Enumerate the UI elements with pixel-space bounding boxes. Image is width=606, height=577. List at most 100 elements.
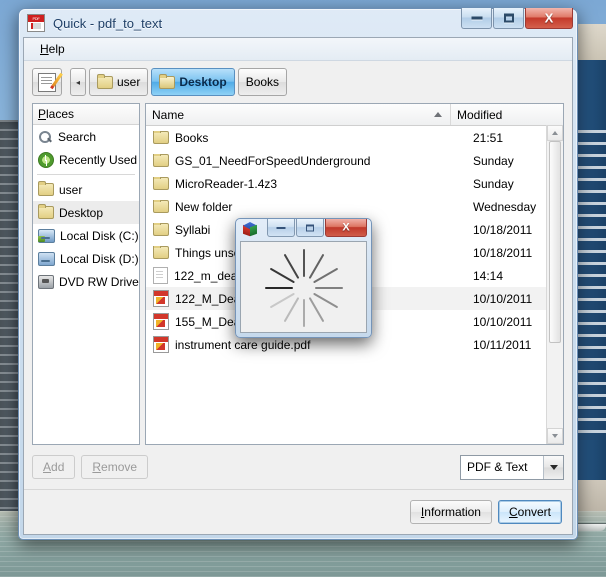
document-icon xyxy=(153,267,168,284)
output-format-select[interactable]: PDF & Text xyxy=(460,454,564,480)
sidebar-item-local-disk-d[interactable]: Local Disk (D:) xyxy=(33,247,139,270)
breadcrumb-item-books[interactable]: Books xyxy=(237,68,288,96)
remove-button[interactable]: Remove xyxy=(81,455,149,479)
file-name-cell: instrument care guide.pdf xyxy=(146,336,467,353)
sidebar-item-label: Desktop xyxy=(59,205,104,220)
dropdown-arrow-button[interactable] xyxy=(543,455,563,479)
scroll-down-button[interactable] xyxy=(547,428,563,444)
breadcrumb-label: Desktop xyxy=(179,75,227,89)
toolbar: ◂ user Desktop Books xyxy=(24,61,572,103)
header-scroll-spacer xyxy=(547,104,563,125)
add-label-rest: dd xyxy=(51,460,65,474)
breadcrumb-label: Books xyxy=(245,75,280,89)
menu-item-help[interactable]: Help xyxy=(34,40,71,58)
spinner-spoke xyxy=(264,287,293,289)
breadcrumb-back-button[interactable]: ◂ xyxy=(70,68,86,96)
scrollbar-track[interactable] xyxy=(547,141,563,428)
spinner-spoke xyxy=(314,287,343,289)
sidebar-item-label: Search xyxy=(58,129,97,144)
places-separator xyxy=(37,174,135,175)
folder-open-icon xyxy=(159,73,176,89)
sidebar-item-recently-used[interactable]: Recently Used xyxy=(33,148,139,171)
spinner-spoke xyxy=(283,297,299,323)
hard-disk-icon xyxy=(38,251,55,266)
convert-label-rest: onvert xyxy=(517,505,551,519)
add-button[interactable]: Add xyxy=(32,455,76,479)
rgb-cube-icon xyxy=(242,222,258,238)
sidebar-item-local-disk-c[interactable]: Local Disk (C:) xyxy=(33,224,139,247)
breadcrumb-label: user xyxy=(117,75,141,89)
dvd-drive-icon xyxy=(38,274,54,289)
file-name-label: GS_01_NeedForSpeedUnderground xyxy=(175,153,371,168)
sidebar-item-label: Local Disk (D:) xyxy=(60,251,139,266)
spinner-spoke xyxy=(308,297,324,323)
sidebar-item-user[interactable]: user xyxy=(33,178,139,201)
spinner-spoke xyxy=(269,267,295,284)
scrollbar-thumb[interactable] xyxy=(549,141,561,343)
breadcrumb-item-user[interactable]: user xyxy=(89,68,149,96)
file-name-label: MicroReader-1.4z3 xyxy=(175,176,278,191)
file-list-scrollbar[interactable] xyxy=(546,125,563,444)
breadcrumb-item-desktop[interactable]: Desktop xyxy=(151,68,235,96)
spinner-spoke xyxy=(269,292,295,309)
file-name-cell: GS_01_NeedForSpeedUnderground xyxy=(146,153,467,168)
hard-disk-icon xyxy=(38,228,55,243)
recent-clock-icon xyxy=(38,151,54,168)
table-row[interactable]: Books 21:51 xyxy=(146,126,563,149)
edit-location-button[interactable] xyxy=(32,68,62,96)
column-header-modified[interactable]: Modified xyxy=(451,104,547,125)
maximize-button[interactable] xyxy=(493,8,524,29)
folder-icon xyxy=(153,199,169,213)
table-row[interactable]: New folder Wednesday xyxy=(146,195,563,218)
convert-button[interactable]: Convert xyxy=(497,500,562,524)
dialog-maximize-button[interactable] xyxy=(296,219,324,237)
dialog-minimize-button[interactable] xyxy=(267,219,295,237)
minimize-button[interactable] xyxy=(461,8,492,29)
sidebar-item-desktop[interactable]: Desktop xyxy=(33,201,139,224)
dialog-close-button[interactable]: X xyxy=(325,219,367,237)
spinner-spoke xyxy=(302,249,305,277)
close-icon: X xyxy=(342,221,350,233)
table-row[interactable]: GS_01_NeedForSpeedUnderground Sunday xyxy=(146,149,563,172)
file-name-cell: New folder xyxy=(146,199,467,214)
file-name-cell: MicroReader-1.4z3 xyxy=(146,176,467,191)
search-icon xyxy=(38,130,53,144)
sort-ascending-icon xyxy=(434,112,442,117)
pdf-icon xyxy=(153,313,169,330)
column-header-modified-label: Modified xyxy=(457,107,503,122)
column-header-name[interactable]: Name xyxy=(146,104,451,125)
scroll-up-button[interactable] xyxy=(547,125,563,141)
folder-icon xyxy=(97,73,113,89)
spinner-spoke xyxy=(312,267,338,284)
sidebar-item-label: DVD RW Drive... xyxy=(59,274,139,289)
loading-spinner-icon xyxy=(264,248,343,327)
folder-icon xyxy=(153,130,169,144)
chevron-down-icon xyxy=(549,464,558,470)
file-name-label: Syllabi xyxy=(175,222,211,237)
chevron-down-icon xyxy=(552,434,558,438)
maximize-icon xyxy=(306,224,314,231)
sidebar-item-dvd-rw-drive[interactable]: DVD RW Drive... xyxy=(33,270,139,293)
close-button[interactable]: X xyxy=(525,8,573,29)
sidebar-item-search[interactable]: Search xyxy=(33,125,139,148)
dialog-title-bar[interactable]: X xyxy=(240,219,367,241)
places-header: Places xyxy=(33,104,139,125)
menu-bar: Help xyxy=(24,38,572,61)
remove-accel: R xyxy=(92,460,102,474)
information-button[interactable]: Information xyxy=(409,500,492,524)
folder-icon xyxy=(153,153,169,167)
chevron-left-icon: ◂ xyxy=(75,77,80,87)
places-header-accel: P xyxy=(38,107,47,121)
convert-accel: C xyxy=(508,505,518,519)
spinner-spoke xyxy=(302,299,305,327)
spinner-spoke xyxy=(312,292,338,309)
dialog-client-area xyxy=(240,241,367,333)
chevron-up-icon xyxy=(552,131,558,135)
title-bar[interactable]: Quick - pdf_to_text X xyxy=(23,8,573,37)
table-row[interactable]: MicroReader-1.4z3 Sunday xyxy=(146,172,563,195)
places-list: Search Recently Used user Desktop Local Disk… xyxy=(33,125,139,293)
close-icon: X xyxy=(544,10,554,26)
column-header-name-label: Name xyxy=(152,107,185,122)
window-controls: X xyxy=(460,8,573,29)
edit-pencil-icon xyxy=(38,72,56,92)
